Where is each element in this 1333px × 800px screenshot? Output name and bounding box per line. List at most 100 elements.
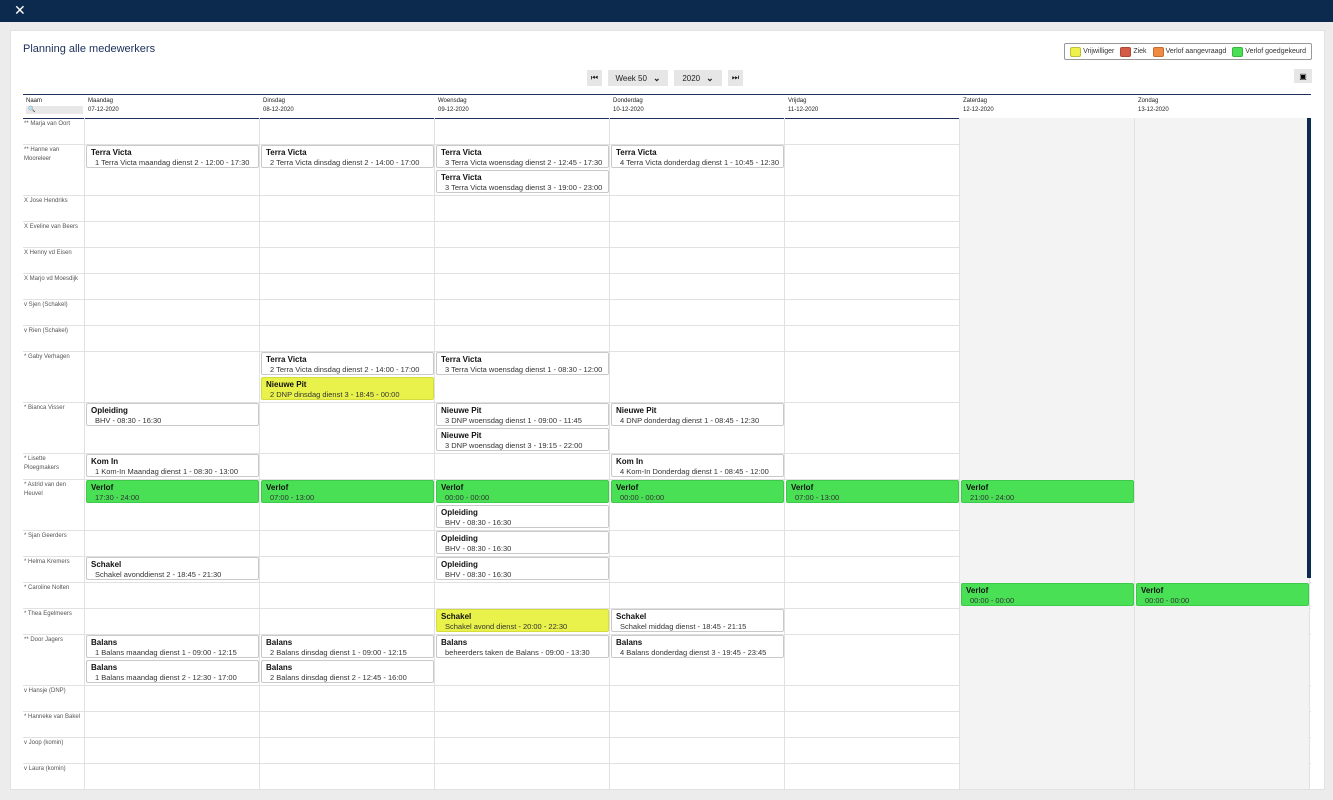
column-divider	[84, 685, 85, 711]
shift-block[interactable]: Balans 1 Balans maandag dienst 1 - 09:00 …	[86, 635, 259, 658]
column-divider	[784, 608, 785, 634]
column-divider	[609, 556, 610, 582]
column-divider	[84, 402, 85, 453]
shift-detail: 1 Terra Victa maandag dienst 2 - 12:00 -…	[95, 158, 250, 167]
weekend-cell	[1135, 685, 1310, 711]
shift-detail: 4 Terra Victa donderdag dienst 1 - 10:45…	[620, 158, 779, 167]
shift-block[interactable]: Terra Victa 3 Terra Victa woensdag dienst…	[436, 352, 609, 375]
column-divider	[784, 634, 785, 685]
shift-block[interactable]: Balans 4 Balans donderdag dienst 3 - 19:4…	[611, 635, 784, 658]
shift-detail: 21:00 - 24:00	[970, 493, 1015, 502]
column-divider	[959, 221, 960, 247]
employee-name: v Joop (komin)	[24, 740, 64, 746]
leave-block[interactable]: Verlof 07:00 - 13:00	[261, 480, 434, 503]
shift-block[interactable]: Schakel Schakel avond dienst - 20:00 - 22…	[436, 609, 609, 632]
column-divider	[1134, 608, 1135, 634]
shift-block[interactable]: Opleiding BHV - 08:30 - 16:30	[86, 403, 259, 426]
grid-header: Naam 🔍 Maandag 07-12-2020 Dinsdag 08-12-202…	[23, 94, 1311, 119]
column-divider	[959, 634, 960, 685]
vertical-scrollbar[interactable]	[1307, 118, 1311, 578]
close-icon[interactable]: ✕	[14, 4, 26, 18]
shift-block[interactable]: Terra Victa 3 Terra Victa woensdag dienst…	[436, 145, 609, 168]
column-divider	[434, 634, 435, 685]
column-divider	[434, 711, 435, 737]
column-divider	[1134, 325, 1135, 351]
shift-block[interactable]: Opleiding BHV - 08:30 - 16:30	[436, 531, 609, 554]
column-divider	[784, 711, 785, 737]
leave-block[interactable]: Verlof 07:00 - 13:00	[786, 480, 959, 503]
year-select[interactable]: 2020 ⌄	[674, 70, 722, 86]
column-divider	[84, 556, 85, 582]
column-divider	[1309, 582, 1310, 608]
column-divider	[1309, 634, 1310, 685]
shift-block[interactable]: Terra Victa 4 Terra Victa donderdag diens…	[611, 145, 784, 168]
column-divider	[609, 582, 610, 608]
column-divider	[84, 273, 85, 299]
leave-block[interactable]: Verlof 17:30 - 24:00	[86, 480, 259, 503]
shift-block[interactable]: Opleiding BHV - 08:30 - 16:30	[436, 505, 609, 528]
leave-block[interactable]: Verlof 00:00 - 00:00	[611, 480, 784, 503]
weekend-cell	[960, 195, 1135, 221]
calendar-button[interactable]: ▣	[1294, 69, 1312, 83]
previous-week-button[interactable]: ⏮	[587, 70, 602, 86]
employee-row: X Jose Hendriks	[23, 195, 1311, 222]
day-date: 09-12-2020	[438, 107, 469, 113]
leave-block[interactable]: Verlof 00:00 - 00:00	[436, 480, 609, 503]
shift-block[interactable]: Nieuwe Pit 3 DNP woensdag dienst 3 - 19:1…	[436, 428, 609, 451]
shift-block[interactable]: Terra Victa 1 Terra Victa maandag dienst …	[86, 145, 259, 168]
leave-block[interactable]: Verlof 00:00 - 00:00	[1136, 583, 1309, 606]
shift-block[interactable]: Balans 1 Balans maandag dienst 2 - 12:30 …	[86, 660, 259, 683]
column-divider	[434, 402, 435, 453]
employee-name: X Eveline van Beers	[24, 224, 79, 230]
employee-name: v Laura (komin)	[24, 766, 66, 772]
column-divider	[1134, 273, 1135, 299]
column-divider	[784, 273, 785, 299]
column-divider	[609, 118, 610, 144]
shift-block[interactable]: Balans 2 Balans dinsdag dienst 1 - 09:00 …	[261, 635, 434, 658]
shift-title: Verlof	[1141, 586, 1164, 595]
shift-block[interactable]: Terra Victa 2 Terra Victa dinsdag dienst …	[261, 352, 434, 375]
shift-title: Nieuwe Pit	[441, 406, 482, 415]
column-divider	[784, 737, 785, 763]
shift-block[interactable]: Balans 2 Balans dinsdag dienst 2 - 12:45 …	[261, 660, 434, 683]
column-divider	[434, 351, 435, 402]
shift-title: Verlof	[441, 483, 464, 492]
column-divider	[609, 247, 610, 273]
shift-block[interactable]: Terra Victa 2 Terra Victa dinsdag dienst …	[261, 145, 434, 168]
shift-block[interactable]: Terra Victa 3 Terra Victa woensdag dienst…	[436, 170, 609, 193]
employee-row: * Sjan Geerders Opleiding BHV - 08:30 - 16…	[23, 530, 1311, 557]
column-divider	[84, 608, 85, 634]
column-divider	[259, 402, 260, 453]
weekend-cell	[1135, 608, 1310, 634]
shift-block[interactable]: Nieuwe Pit 2 DNP dinsdag dienst 3 - 18:45…	[261, 377, 434, 400]
week-select[interactable]: Week 50 ⌄	[608, 70, 668, 86]
shift-block[interactable]: Nieuwe Pit 3 DNP woensdag dienst 1 - 09:0…	[436, 403, 609, 426]
employee-name: v Hansje (DNP)	[24, 688, 66, 694]
day-column-header: Zaterdag 12-12-2020	[960, 95, 1135, 118]
shift-title: Opleiding	[91, 406, 128, 415]
leave-block[interactable]: Verlof 00:00 - 00:00	[961, 583, 1134, 606]
column-divider	[609, 351, 610, 402]
day-column-header: Donderdag 10-12-2020	[610, 95, 785, 118]
day-column-header: Maandag 07-12-2020	[85, 95, 260, 118]
employee-row: * Caroline Nolten Verlof 00:00 - 00:00 Verl…	[23, 582, 1311, 609]
column-divider	[1309, 737, 1310, 763]
shift-block[interactable]: Kom In 1 Kom-In Maandag dienst 1 - 08:30 …	[86, 454, 259, 477]
next-week-button[interactable]: ⏭	[728, 70, 743, 86]
column-divider	[259, 763, 260, 789]
shift-block[interactable]: Schakel Schakel avonddienst 2 - 18:45 - 2…	[86, 557, 259, 580]
column-divider	[959, 402, 960, 453]
weekend-cell	[960, 247, 1135, 273]
shift-block[interactable]: Balans beheerders taken de Balans - 09:00…	[436, 635, 609, 658]
leave-block[interactable]: Verlof 21:00 - 24:00	[961, 480, 1134, 503]
column-divider	[1134, 195, 1135, 221]
shift-detail: 2 DNP dinsdag dienst 3 - 18:45 - 00:00	[270, 390, 400, 399]
name-search-input[interactable]: 🔍	[26, 106, 83, 114]
column-divider	[1134, 711, 1135, 737]
shift-block[interactable]: Opleiding BHV - 08:30 - 16:30	[436, 557, 609, 580]
shift-block[interactable]: Kom In 4 Kom-In Donderdag dienst 1 - 08:4…	[611, 454, 784, 477]
shift-block[interactable]: Nieuwe Pit 4 DNP donderdag dienst 1 - 08:…	[611, 403, 784, 426]
shift-title: Balans	[91, 638, 118, 647]
chevron-down-icon: ⌄	[652, 72, 661, 83]
shift-block[interactable]: Schakel Schakel middag dienst - 18:45 - 2…	[611, 609, 784, 632]
